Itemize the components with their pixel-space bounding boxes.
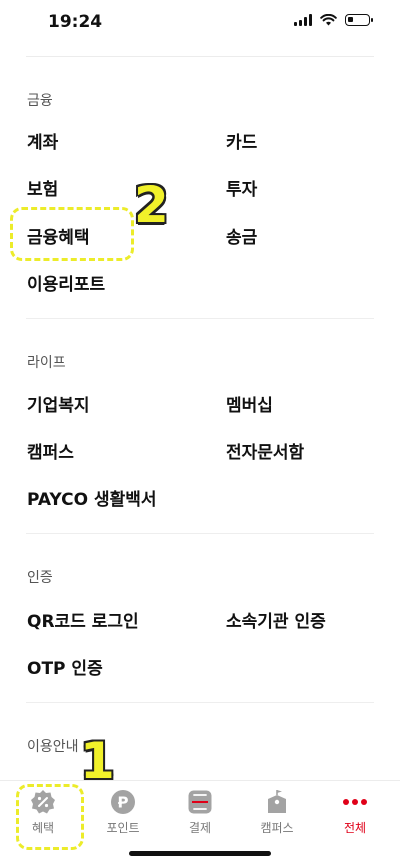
highlight-finance-benefit	[10, 207, 134, 261]
menu-item-transfer[interactable]: 송금	[226, 223, 257, 248]
nav-label: 전체	[343, 821, 367, 835]
annotation-number-1: 1	[80, 732, 115, 790]
status-time: 19:24	[48, 12, 103, 32]
menu-item-campus[interactable]: 캠퍼스	[27, 438, 74, 463]
home-indicator	[129, 851, 271, 856]
section-divider	[26, 533, 374, 534]
menu-item-e-document-box[interactable]: 전자문서함	[226, 438, 304, 463]
more-dots-icon	[342, 789, 368, 815]
scan-pay-icon	[187, 789, 213, 815]
menu-item-account[interactable]: 계좌	[27, 128, 58, 153]
point-p-icon: P	[110, 789, 136, 815]
menu-item-invest[interactable]: 투자	[226, 175, 257, 200]
section-divider	[26, 318, 374, 319]
nav-item-all[interactable]: 전체	[320, 789, 390, 836]
highlight-benefit-tab	[16, 784, 84, 850]
menu-item-insurance[interactable]: 보험	[27, 175, 58, 200]
menu-item-membership[interactable]: 멤버십	[226, 391, 273, 416]
section-divider	[26, 702, 374, 703]
nav-item-pay[interactable]: 결제	[165, 789, 235, 836]
section-title-finance: 금융	[27, 93, 53, 109]
menu-item-usage-report[interactable]: 이용리포트	[27, 270, 105, 295]
menu-item-org-auth[interactable]: 소속기관 인증	[226, 607, 326, 632]
section-title-life: 라이프	[27, 355, 66, 371]
status-icons	[294, 14, 373, 26]
section-title-usage-guide: 이용안내	[27, 739, 79, 755]
section-title-auth: 인증	[27, 570, 53, 586]
annotation-number-2: 2	[134, 176, 169, 234]
battery-icon	[345, 14, 373, 26]
menu-item-corporate-welfare[interactable]: 기업복지	[27, 391, 90, 416]
menu-item-otp-auth[interactable]: OTP 인증	[27, 654, 103, 679]
status-bar: 19:24	[0, 0, 400, 48]
top-divider	[26, 56, 374, 57]
nav-item-campus[interactable]: 캠퍼스	[242, 789, 312, 836]
menu-item-card[interactable]: 카드	[226, 128, 257, 153]
menu-item-qr-login[interactable]: QR코드 로그인	[27, 607, 139, 632]
nav-label: 캠퍼스	[260, 821, 294, 835]
nav-label: 결제	[188, 821, 212, 835]
cellular-signal-icon	[294, 14, 312, 26]
campus-building-icon	[264, 789, 290, 815]
wifi-icon	[320, 14, 337, 26]
nav-label: 포인트	[106, 821, 140, 835]
menu-item-payco-life-guide[interactable]: PAYCO 생활백서	[27, 485, 157, 510]
nav-item-point[interactable]: P 포인트	[88, 789, 158, 836]
